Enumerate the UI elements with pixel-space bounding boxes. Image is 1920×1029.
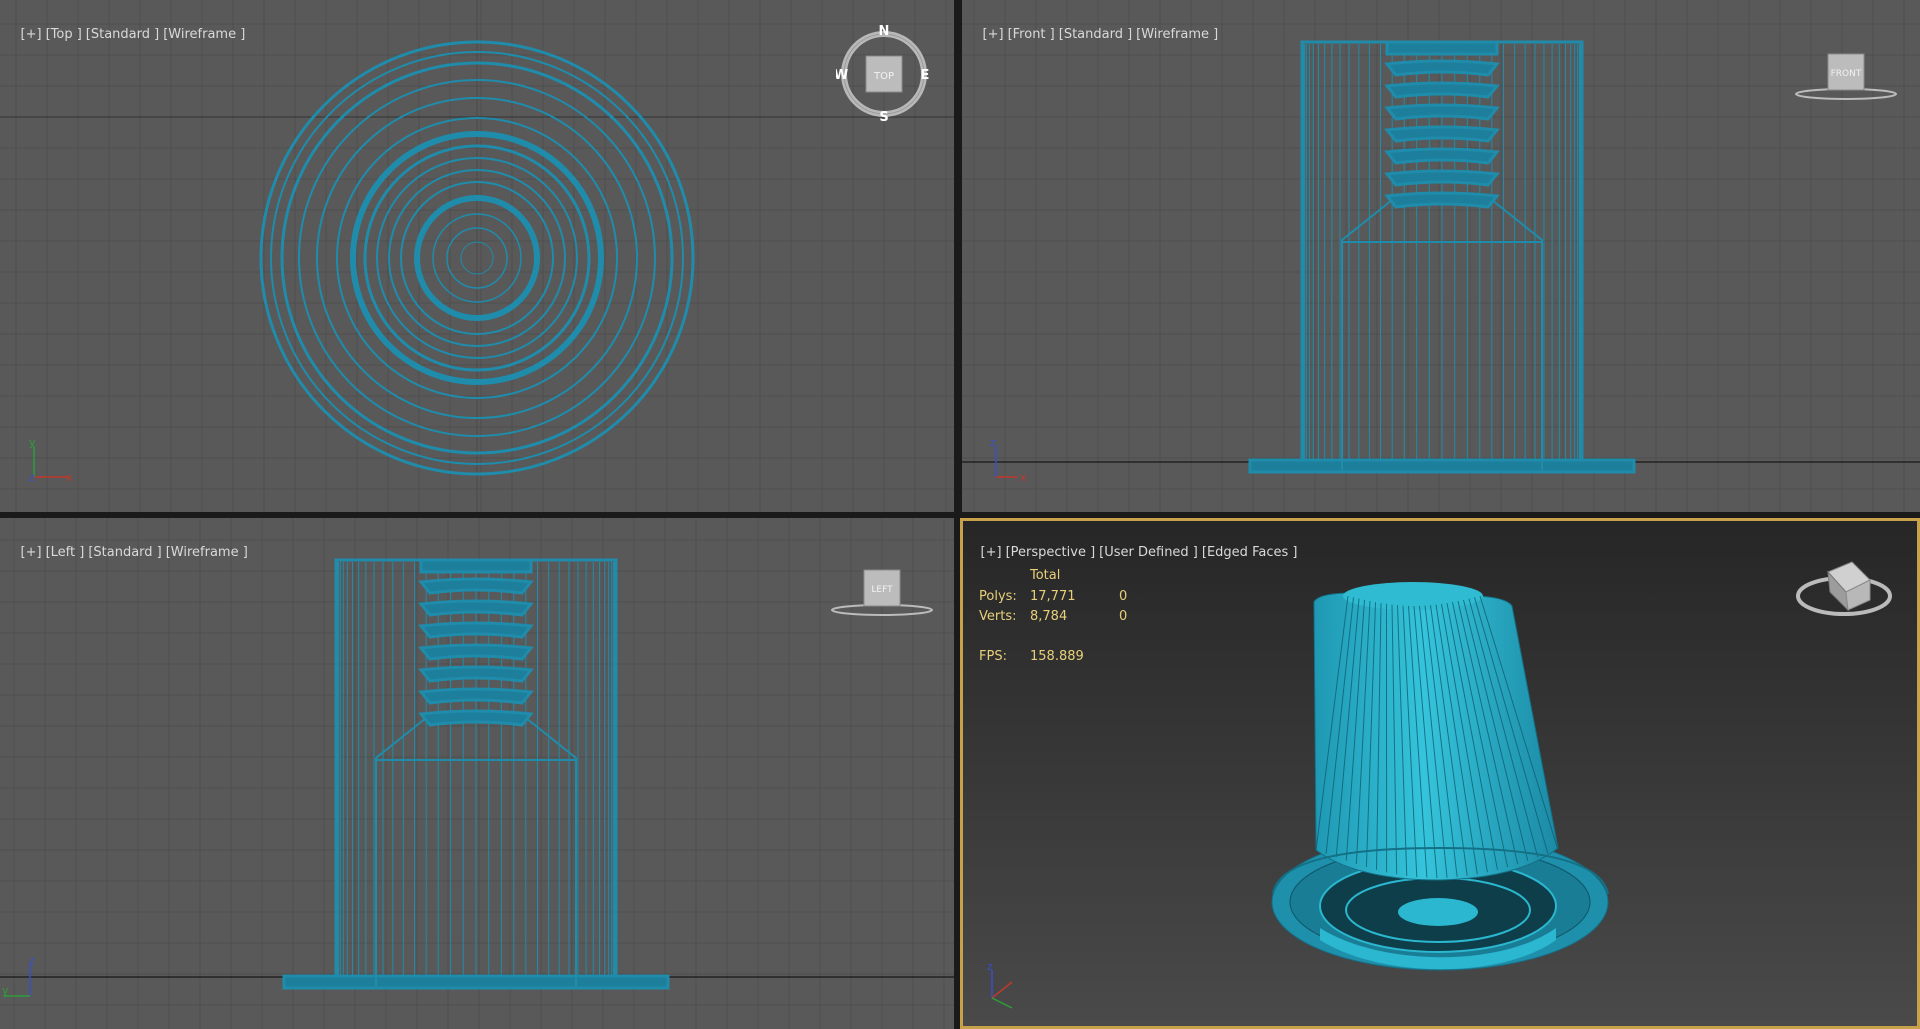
left-viewport-label[interactable]: [+] [Left ] [Standard ] [Wireframe ] <box>4 530 252 575</box>
front-viewcube[interactable]: FRONT <box>1792 50 1902 110</box>
axis-x-label: x <box>1020 471 1027 484</box>
verts-label: Verts: <box>979 609 1017 624</box>
left-viewport-canvas <box>0 518 954 1029</box>
polys-selected: 0 <box>1119 589 1128 604</box>
viewcube-top-face: TOP <box>873 71 894 82</box>
stats-header: Total <box>1030 568 1061 583</box>
front-viewport-canvas <box>962 0 1920 512</box>
viewport-top[interactable]: [+] [Top ] [Standard ] [Wireframe ] y z x T… <box>0 0 954 512</box>
compass-north[interactable]: N <box>879 24 890 39</box>
viewcube-left-face: LEFT <box>871 585 893 595</box>
axis-z-label: z <box>29 954 35 967</box>
statistics-overlay: Total Polys: 17,771 0 Verts: 8,784 0 FPS… <box>960 518 1160 664</box>
left-viewcube[interactable]: LEFT <box>828 566 938 626</box>
fps-label: FPS: <box>979 649 1007 664</box>
top-viewport-label[interactable]: [+] [Top ] [Standard ] [Wireframe ] <box>4 12 249 57</box>
viewport-perspective[interactable]: [+] [Perspective ] [User Defined ] [Edged F… <box>960 518 1920 1029</box>
axis-y-label: y <box>29 436 36 449</box>
perspective-axis-tripod: z <box>987 960 1013 1009</box>
verts-selected: 0 <box>1119 609 1128 624</box>
front-viewport-label[interactable]: [+] [Front ] [Standard ] [Wireframe ] <box>966 12 1222 57</box>
viewport-left[interactable]: [+] [Left ] [Standard ] [Wireframe ] z y LE… <box>0 518 954 1029</box>
polys-label: Polys: <box>979 589 1017 604</box>
top-viewcube[interactable]: TOP N S E W <box>836 24 932 124</box>
fps-value: 158.889 <box>1030 649 1084 664</box>
perspective-viewcube[interactable] <box>1790 558 1900 638</box>
viewcube-front-face: FRONT <box>1831 69 1862 79</box>
front-axis-tripod: z x <box>990 436 1027 484</box>
left-axis-tripod: z y <box>2 954 35 997</box>
axis-y-label: y <box>2 984 9 997</box>
top-axis-labels: y z x <box>29 436 73 482</box>
compass-east[interactable]: E <box>921 68 930 83</box>
axis-x-label: x <box>66 471 73 482</box>
compass-south[interactable]: S <box>879 110 888 124</box>
compass-west[interactable]: W <box>836 68 848 83</box>
viewport-front[interactable]: [+] [Front ] [Standard ] [Wireframe ] z x F… <box>962 0 1920 512</box>
top-viewport-canvas <box>0 0 954 512</box>
polys-value: 17,771 <box>1030 589 1076 604</box>
axis-z-label: z <box>987 960 993 973</box>
axis-z-label: z <box>990 436 996 449</box>
verts-value: 8,784 <box>1030 609 1068 624</box>
axis-z-label: z <box>29 471 35 482</box>
